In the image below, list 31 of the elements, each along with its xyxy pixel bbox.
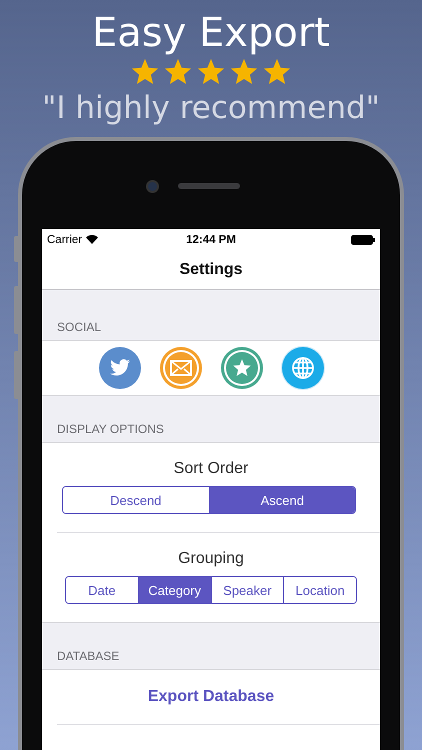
section-header: DATABASE bbox=[57, 649, 120, 663]
segment[interactable]: Location bbox=[283, 577, 356, 603]
star-icon bbox=[232, 358, 252, 378]
star-icon bbox=[228, 57, 260, 87]
clock: 12:44 PM bbox=[186, 234, 236, 246]
option-title: Sort Order bbox=[174, 460, 248, 478]
section-header: DISPLAY OPTIONS bbox=[57, 422, 164, 436]
share-button[interactable] bbox=[98, 347, 140, 389]
star-icon bbox=[162, 57, 194, 87]
quote: "I highly recommend" bbox=[42, 89, 380, 128]
envelope-icon bbox=[170, 360, 192, 376]
option-title: Grouping bbox=[178, 550, 244, 568]
star-icon bbox=[261, 57, 293, 87]
battery-icon bbox=[351, 234, 375, 244]
speaker-grille bbox=[178, 183, 240, 189]
section-header: SOCIAL bbox=[57, 320, 102, 334]
segment[interactable]: Category bbox=[138, 577, 210, 603]
bird-icon bbox=[108, 359, 130, 377]
nav-title: Settings bbox=[179, 260, 243, 278]
share-button[interactable] bbox=[160, 347, 202, 389]
headline: Easy Export bbox=[92, 10, 330, 56]
share-button[interactable] bbox=[220, 347, 262, 389]
action-link[interactable]: Export Database bbox=[148, 688, 274, 706]
wifi-icon bbox=[86, 235, 98, 244]
carrier-label: Carrier bbox=[47, 234, 82, 246]
star-icon bbox=[129, 57, 161, 87]
globe-icon bbox=[290, 356, 314, 380]
camera-icon bbox=[146, 180, 159, 193]
share-button[interactable] bbox=[282, 347, 324, 389]
segment[interactable]: Ascend bbox=[208, 487, 355, 513]
star-icon bbox=[195, 57, 227, 87]
